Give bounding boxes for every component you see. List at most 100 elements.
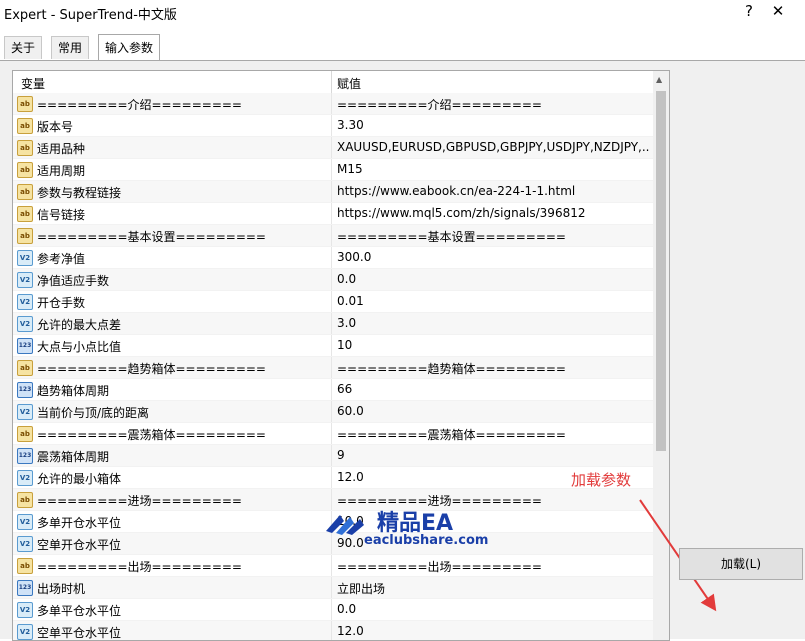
column-separator: [331, 247, 332, 268]
column-separator: [331, 181, 332, 202]
double-type-icon: V2: [17, 250, 33, 266]
string-type-icon: ab: [17, 162, 33, 178]
column-separator: [331, 577, 332, 598]
parameter-value[interactable]: 0.0: [337, 602, 649, 616]
parameter-row[interactable]: ab 版本号 3.30: [13, 115, 653, 137]
parameter-value[interactable]: 3.30: [337, 118, 649, 132]
parameter-value[interactable]: 10: [337, 338, 649, 352]
header-variable[interactable]: 变量: [21, 75, 45, 92]
integer-type-icon: 123: [17, 382, 33, 398]
tab-inputs[interactable]: 输入参数: [98, 34, 161, 61]
parameter-row[interactable]: V2 空单平仓水平位 12.0: [13, 621, 653, 640]
parameter-name: 大点与小点比值: [37, 340, 122, 354]
parameter-value[interactable]: =========介绍=========: [337, 96, 649, 113]
parameter-row[interactable]: V2 多单平仓水平位 0.0: [13, 599, 653, 621]
string-type-icon: ab: [17, 558, 33, 574]
double-type-icon: V2: [17, 514, 33, 530]
string-type-icon: ab: [17, 426, 33, 442]
header-separator[interactable]: [331, 71, 332, 93]
parameter-name: 信号链接: [37, 208, 86, 222]
watermark: 精品EA eaclubshare.com: [322, 505, 492, 555]
parameter-value[interactable]: https://www.eabook.cn/ea-224-1-1.html: [337, 184, 649, 198]
close-button[interactable]: ✕: [768, 2, 788, 20]
parameter-row[interactable]: 123 趋势箱体周期 66: [13, 379, 653, 401]
double-type-icon: V2: [17, 316, 33, 332]
tab-strip: 关于 常用 输入参数: [0, 26, 805, 62]
parameter-name: 适用品种: [37, 142, 86, 156]
parameter-name: 出场时机: [37, 582, 86, 596]
parameter-row[interactable]: ab =========震荡箱体========= =========震荡箱体===…: [13, 423, 653, 445]
column-separator: [331, 621, 332, 640]
parameter-row[interactable]: ab 适用品种 XAUUSD,EURUSD,GBPUSD,GBPJPY,USDJPY…: [13, 137, 653, 159]
parameter-row[interactable]: 123 出场时机 立即出场: [13, 577, 653, 599]
parameter-value[interactable]: 立即出场: [337, 580, 649, 597]
parameter-name: 版本号: [37, 120, 74, 134]
column-separator: [331, 291, 332, 312]
parameter-value[interactable]: 12.0: [337, 624, 649, 638]
parameter-value[interactable]: https://www.mql5.com/zh/signals/396812: [337, 206, 649, 220]
column-separator: [331, 115, 332, 136]
parameter-row[interactable]: V2 允许的最大点差 3.0: [13, 313, 653, 335]
parameter-value[interactable]: =========基本设置=========: [337, 228, 649, 245]
load-button[interactable]: 加载(L): [679, 548, 803, 580]
parameter-value[interactable]: 9: [337, 448, 649, 462]
parameter-name: 参考净值: [37, 252, 86, 266]
integer-type-icon: 123: [17, 338, 33, 354]
scroll-up-icon[interactable]: ▲: [656, 75, 662, 84]
string-type-icon: ab: [17, 118, 33, 134]
parameter-name: 当前价与顶/底的距离: [37, 406, 150, 420]
parameter-value[interactable]: =========出场=========: [337, 558, 649, 575]
parameter-value[interactable]: 0.0: [337, 272, 649, 286]
parameter-row[interactable]: ab 信号链接 https://www.mql5.com/zh/signals/39…: [13, 203, 653, 225]
parameter-value[interactable]: 66: [337, 382, 649, 396]
parameter-row[interactable]: V2 当前价与顶/底的距离 60.0: [13, 401, 653, 423]
column-separator: [331, 225, 332, 246]
double-type-icon: V2: [17, 536, 33, 552]
grid-header: 变量 赋值: [13, 71, 653, 94]
parameter-row[interactable]: V2 允许的最小箱体 12.0: [13, 467, 653, 489]
parameter-value[interactable]: 300.0: [337, 250, 649, 264]
parameter-name: =========基本设置=========: [37, 230, 266, 244]
parameter-value[interactable]: =========趋势箱体=========: [337, 360, 649, 377]
column-separator: [331, 445, 332, 466]
string-type-icon: ab: [17, 492, 33, 508]
parameter-row[interactable]: V2 净值适应手数 0.0: [13, 269, 653, 291]
tab-common[interactable]: 常用: [51, 36, 90, 59]
string-type-icon: ab: [17, 184, 33, 200]
help-button[interactable]: ?: [739, 2, 759, 20]
parameter-row[interactable]: V2 开仓手数 0.01: [13, 291, 653, 313]
parameter-name: 震荡箱体周期: [37, 450, 110, 464]
parameter-value[interactable]: =========震荡箱体=========: [337, 426, 649, 443]
parameter-row[interactable]: ab =========介绍========= =========介绍=======…: [13, 93, 653, 115]
parameter-row[interactable]: ab 参数与教程链接 https://www.eabook.cn/ea-224-1-…: [13, 181, 653, 203]
title-bar: Expert - SuperTrend-中文版 ? ✕: [0, 0, 805, 26]
parameter-name: 净值适应手数: [37, 274, 110, 288]
parameter-value[interactable]: 0.01: [337, 294, 649, 308]
parameter-value[interactable]: 60.0: [337, 404, 649, 418]
annotation-label: 加载参数: [571, 471, 632, 489]
parameter-row[interactable]: V2 参考净值 300.0: [13, 247, 653, 269]
vertical-scrollbar[interactable]: ▲: [653, 71, 669, 640]
parameter-row[interactable]: 123 震荡箱体周期 9: [13, 445, 653, 467]
column-separator: [331, 555, 332, 576]
column-separator: [331, 159, 332, 180]
column-separator: [331, 599, 332, 620]
parameter-row[interactable]: 123 大点与小点比值 10: [13, 335, 653, 357]
parameter-value[interactable]: XAUUSD,EURUSD,GBPUSD,GBPJPY,USDJPY,NZDJP…: [337, 140, 649, 154]
parameter-name: 开仓手数: [37, 296, 86, 310]
parameter-row[interactable]: ab =========出场========= =========出场=======…: [13, 555, 653, 577]
watermark-site: eaclubshare.com: [364, 533, 489, 548]
string-type-icon: ab: [17, 228, 33, 244]
parameter-row[interactable]: ab =========基本设置========= =========基本设置===…: [13, 225, 653, 247]
tab-about[interactable]: 关于: [4, 36, 43, 59]
parameters-grid: 变量 赋值 ab =========介绍========= =========介绍=…: [12, 70, 670, 641]
parameter-row[interactable]: ab =========趋势箱体========= =========趋势箱体===…: [13, 357, 653, 379]
parameter-value[interactable]: M15: [337, 162, 649, 176]
parameter-name: =========进场=========: [37, 494, 242, 508]
parameter-value[interactable]: 3.0: [337, 316, 649, 330]
column-separator: [331, 357, 332, 378]
double-type-icon: V2: [17, 602, 33, 618]
parameter-row[interactable]: ab 适用周期 M15: [13, 159, 653, 181]
header-value[interactable]: 赋值: [337, 75, 361, 92]
scrollbar-thumb[interactable]: [656, 91, 666, 451]
